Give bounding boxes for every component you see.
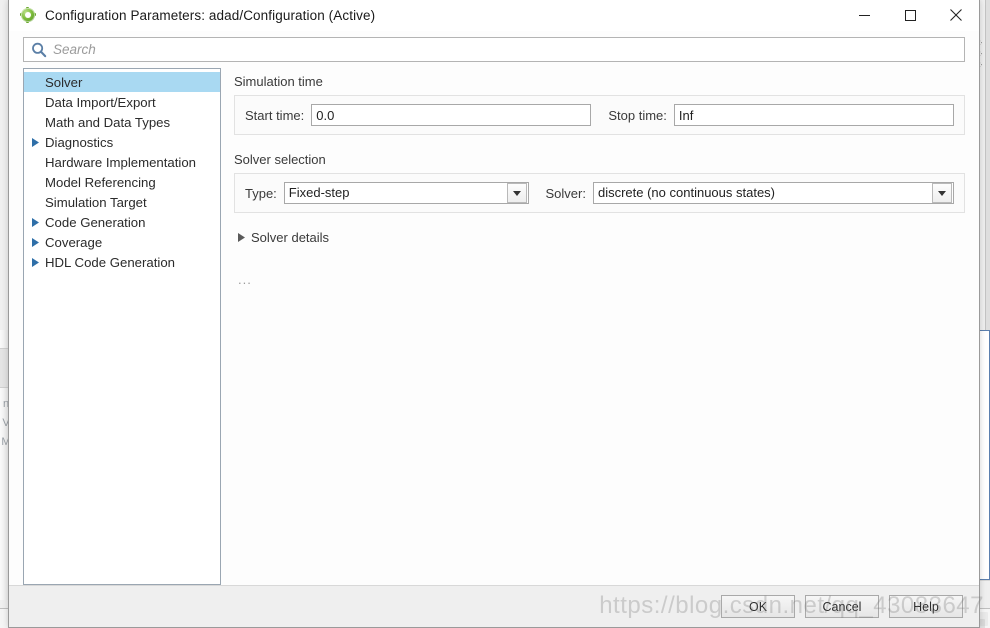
sidebar-item-simulation-target[interactable]: Simulation Target	[24, 192, 220, 212]
sidebar-item-label: HDL Code Generation	[45, 254, 175, 270]
minimize-icon	[858, 14, 870, 16]
solver-selection-section-title: Solver selection	[234, 152, 326, 167]
stop-time-label: Stop time:	[608, 107, 667, 123]
expand-triangle-icon[interactable]	[28, 257, 43, 267]
solver-label: Solver:	[545, 185, 586, 201]
minimize-button[interactable]	[841, 0, 887, 31]
start-time-label: Start time:	[245, 107, 305, 123]
ok-button[interactable]: OK	[721, 595, 795, 618]
sidebar-item-diagnostics[interactable]: Diagnostics	[24, 132, 220, 152]
expand-triangle-icon[interactable]	[234, 233, 248, 242]
simulation-time-group: Start time: Stop time:	[234, 95, 965, 135]
solver-type-label: Type:	[245, 185, 277, 201]
sidebar-item-data-import-export[interactable]: Data Import/Export	[24, 92, 220, 112]
window-controls	[841, 0, 979, 31]
configuration-parameters-dialog: Configuration Parameters: adad/Configura…	[8, 0, 980, 628]
search-placeholder: Search	[53, 42, 96, 57]
sidebar-item-code-generation[interactable]: Code Generation	[24, 212, 220, 232]
expand-triangle-icon[interactable]	[28, 237, 43, 247]
search-row: Search	[9, 31, 979, 68]
solver-details-disclosure[interactable]: Solver details	[234, 230, 965, 245]
settings-pane: Simulation time Start time: Stop time: S…	[221, 68, 965, 585]
maximize-icon	[904, 9, 916, 21]
sidebar-item-hardware-implementation[interactable]: Hardware Implementation	[24, 152, 220, 172]
sidebar-item-math-and-data-types[interactable]: Math and Data Types	[24, 112, 220, 132]
cancel-button[interactable]: Cancel	[805, 595, 879, 618]
expand-triangle-icon[interactable]	[28, 137, 43, 147]
dialog-titlebar[interactable]: Configuration Parameters: adad/Configura…	[9, 0, 979, 31]
expand-triangle-icon[interactable]	[28, 217, 43, 227]
chevron-down-icon[interactable]	[506, 183, 527, 203]
sidebar-item-label: Model Referencing	[45, 174, 156, 190]
sidebar-item-hdl-code-generation[interactable]: HDL Code Generation	[24, 252, 220, 272]
search-input[interactable]: Search	[23, 37, 965, 62]
sidebar-item-coverage[interactable]: Coverage	[24, 232, 220, 252]
sidebar-item-label: Coverage	[45, 234, 103, 250]
sidebar-item-solver[interactable]: Solver	[24, 72, 220, 92]
sidebar-item-label: Math and Data Types	[45, 114, 171, 130]
sidebar-item-label: Code Generation	[45, 214, 146, 230]
solver-details-label: Solver details	[251, 230, 330, 245]
close-icon	[950, 9, 962, 21]
sidebar-item-label: Solver	[45, 74, 83, 90]
search-icon	[32, 42, 47, 57]
sidebar-item-label: Diagnostics	[45, 134, 114, 150]
close-button[interactable]	[933, 0, 979, 31]
help-button[interactable]: Help	[889, 595, 963, 618]
solver-type-dropdown[interactable]: Fixed-step	[283, 182, 529, 204]
solver-value: discrete (no continuous states)	[597, 185, 776, 200]
sidebar-item-model-referencing[interactable]: Model Referencing	[24, 172, 220, 192]
content-ellipsis: ...	[238, 272, 252, 287]
start-time-input[interactable]	[311, 104, 592, 126]
sidebar-item-label: Data Import/Export	[45, 94, 156, 110]
simulation-time-section-title: Simulation time	[234, 74, 323, 89]
maximize-button[interactable]	[887, 0, 933, 31]
solver-selection-group: Type: Fixed-step Solver: discrete (no co…	[234, 173, 965, 213]
sidebar-item-label: Hardware Implementation	[45, 154, 196, 170]
category-tree[interactable]: Solver Data Import/Export Math and Data …	[23, 68, 221, 585]
stop-time-input[interactable]	[673, 104, 954, 126]
solver-type-value: Fixed-step	[288, 185, 350, 200]
sidebar-item-label: Simulation Target	[45, 194, 147, 210]
solver-dropdown[interactable]: discrete (no continuous states)	[592, 182, 955, 204]
simulink-gear-icon	[20, 7, 36, 23]
dialog-body: Solver Data Import/Export Math and Data …	[9, 68, 979, 585]
chevron-down-icon[interactable]	[932, 183, 953, 203]
dialog-title: Configuration Parameters: adad/Configura…	[45, 7, 376, 23]
dialog-footer: OK Cancel Help	[9, 585, 979, 627]
